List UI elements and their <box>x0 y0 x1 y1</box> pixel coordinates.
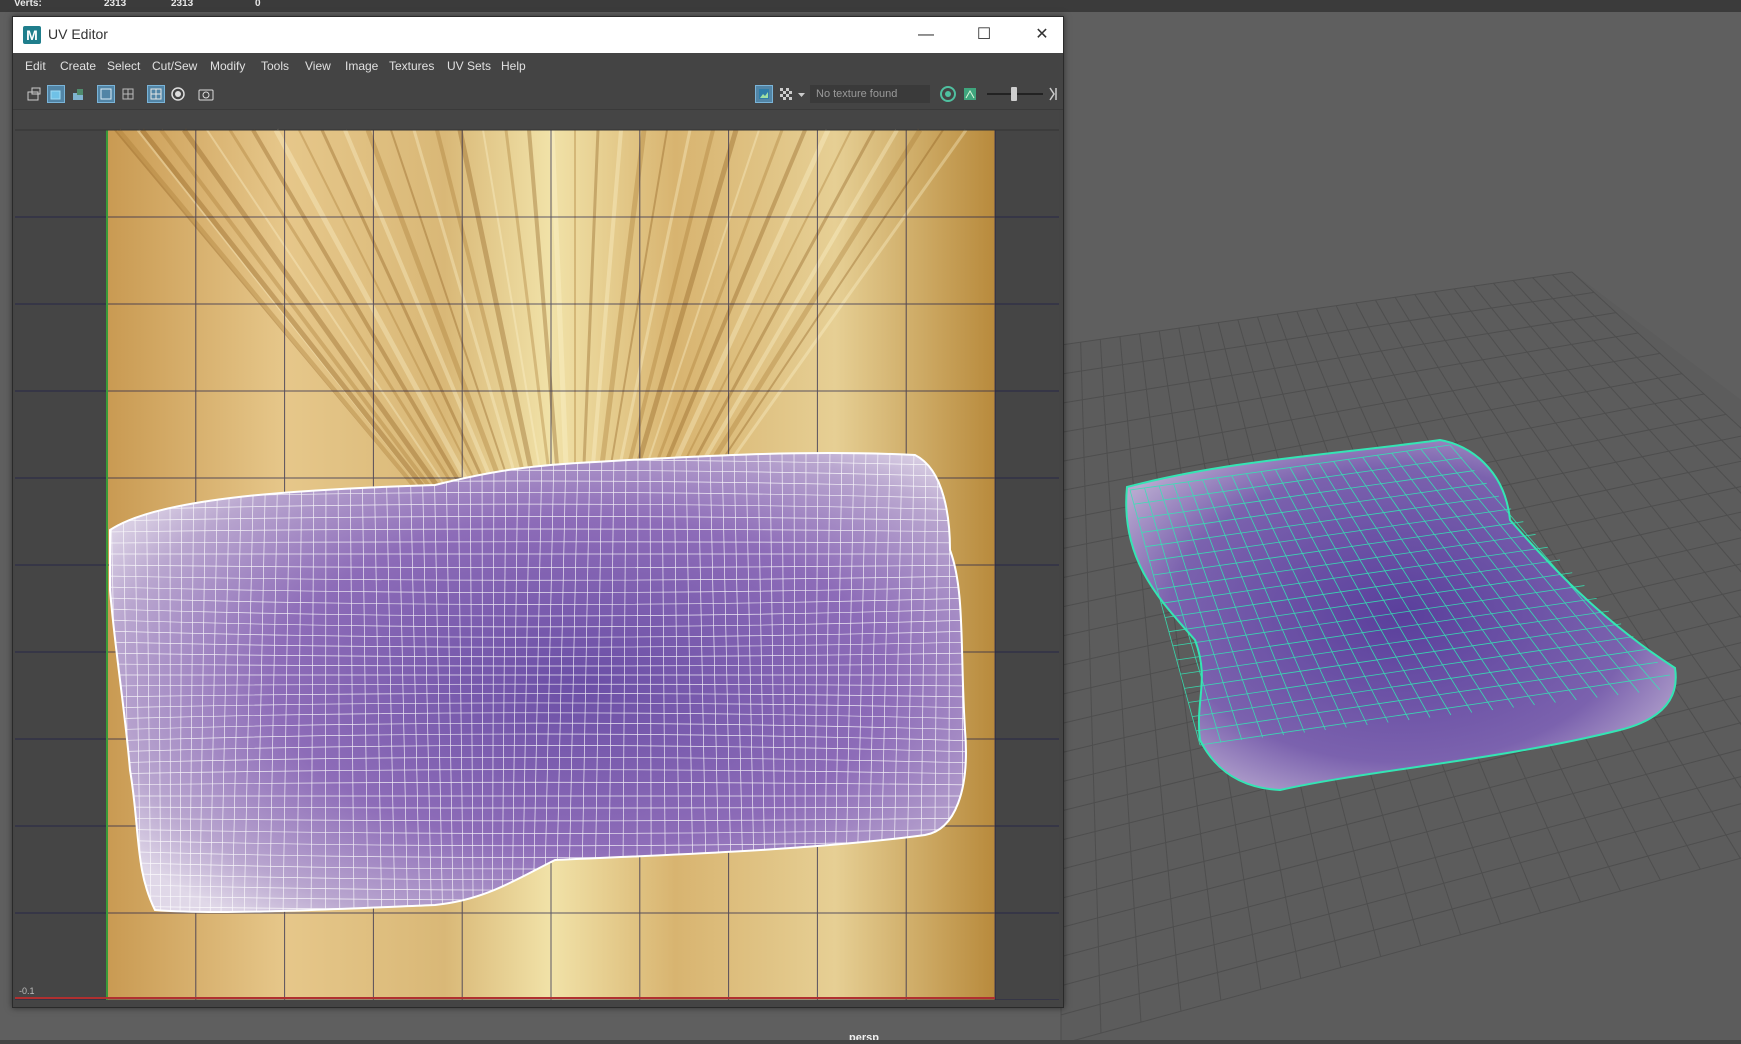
maximize-button[interactable]: ☐ <box>961 17 1007 53</box>
exposure-icon[interactable] <box>939 85 957 103</box>
wireframe-display-icon[interactable] <box>97 85 115 103</box>
pixel-snap-icon[interactable] <box>169 85 187 103</box>
exposure-slider-thumb[interactable] <box>1011 87 1017 101</box>
uv-texture-view[interactable] <box>15 110 1059 1000</box>
menu-textures[interactable]: Textures <box>389 59 434 73</box>
verts-count-3: 0 <box>255 0 261 9</box>
menu-bar: Edit Create Select Cut/Sew Modify Tools … <box>13 53 1063 79</box>
verts-count-2: 2313 <box>171 0 194 9</box>
checker-icon[interactable] <box>777 85 795 103</box>
distortion-icon[interactable] <box>119 85 137 103</box>
texture-status-field: No texture found <box>810 85 930 103</box>
texture-borders-icon[interactable] <box>69 85 87 103</box>
image-display-icon[interactable] <box>755 85 773 103</box>
verts-label: Verts: <box>14 0 42 9</box>
collapse-icon[interactable] <box>1045 85 1063 103</box>
close-button[interactable]: ✕ <box>1019 17 1065 53</box>
menu-create[interactable]: Create <box>60 59 96 73</box>
uv-canvas[interactable]: -0.1 <box>15 110 1059 1000</box>
menu-view[interactable]: View <box>305 59 331 73</box>
minimize-button[interactable]: — <box>903 17 949 53</box>
menu-uv-sets[interactable]: UV Sets <box>447 59 491 73</box>
verts-count-1: 2313 <box>104 0 127 9</box>
gamma-icon[interactable] <box>961 85 979 103</box>
menu-cut-sew[interactable]: Cut/Sew <box>152 59 197 73</box>
maya-logo-icon: M <box>23 26 41 44</box>
uv-toolbar: No texture found <box>13 79 1063 110</box>
menu-modify[interactable]: Modify <box>210 59 245 73</box>
coordinate-label: -0.1 <box>19 986 35 996</box>
bottom-strip <box>0 1040 1741 1044</box>
menu-image[interactable]: Image <box>345 59 378 73</box>
uv-snapshot-icon[interactable] <box>25 85 43 103</box>
heads-up-display: Verts: 2313 2313 0 <box>0 0 1741 12</box>
grid-icon[interactable] <box>147 85 165 103</box>
menu-tools[interactable]: Tools <box>261 59 289 73</box>
menu-select[interactable]: Select <box>107 59 140 73</box>
uv-editor-window[interactable]: M UV Editor — ☐ ✕ Edit Create Select Cut… <box>12 16 1064 1008</box>
camera-icon[interactable] <box>197 85 215 103</box>
title-bar[interactable]: M UV Editor — ☐ ✕ <box>13 17 1063 53</box>
window-title: UV Editor <box>48 26 108 42</box>
menu-edit[interactable]: Edit <box>25 59 46 73</box>
shaded-uv-icon[interactable] <box>47 85 65 103</box>
menu-help[interactable]: Help <box>501 59 526 73</box>
